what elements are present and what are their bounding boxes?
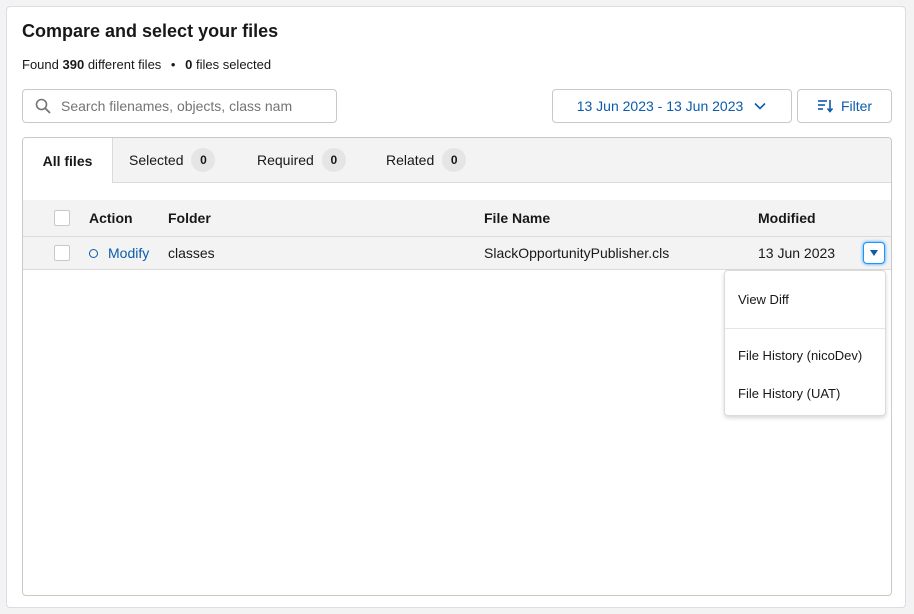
filter-button[interactable]: Filter	[797, 89, 892, 123]
date-range-label: 13 Jun 2023 - 13 Jun 2023	[576, 98, 744, 114]
search-input[interactable]	[59, 97, 323, 115]
status-circle-icon	[89, 248, 98, 258]
files-summary: Found 390 different files • 0 files sele…	[22, 57, 271, 72]
tab-label: Selected	[129, 152, 184, 168]
tab-label: Related	[386, 152, 435, 168]
action-link[interactable]: Modify	[108, 245, 149, 261]
menu-item-view-diff[interactable]: View Diff	[738, 292, 789, 307]
summary-separator: •	[170, 57, 176, 72]
found-prefix: Found	[22, 57, 59, 72]
row-actions-button[interactable]	[863, 242, 885, 264]
select-all-checkbox[interactable]	[54, 210, 70, 226]
tab-count-badge: 0	[321, 148, 346, 172]
menu-divider	[725, 328, 885, 329]
table-header: Action Folder File Name Modified	[23, 200, 891, 237]
file-name-cell: SlackOpportunityPublisher.cls	[484, 245, 670, 261]
caret-down-icon	[870, 250, 878, 256]
column-header-modified[interactable]: Modified	[758, 200, 816, 236]
tab-label: Required	[257, 152, 314, 168]
folder-cell: classes	[168, 245, 215, 261]
date-range-button[interactable]: 13 Jun 2023 - 13 Jun 2023	[552, 89, 792, 123]
selected-count: 0	[185, 57, 193, 72]
tab-related[interactable]: Related 0	[386, 138, 467, 182]
row-select-cell	[54, 237, 70, 269]
column-header-file-name[interactable]: File Name	[484, 200, 550, 236]
search-box[interactable]	[22, 89, 337, 123]
row-menu-cell	[863, 237, 885, 269]
filter-label: Filter	[840, 98, 873, 114]
found-count: 390	[62, 57, 85, 72]
row-actions-menu: View Diff File History (nicoDev) File Hi…	[724, 270, 886, 416]
select-all-cell	[54, 200, 70, 236]
filter-list-icon	[817, 100, 833, 113]
found-suffix: different files	[87, 57, 162, 72]
tab-all-files[interactable]: All files	[23, 138, 113, 183]
page-title: Compare and select your files	[22, 21, 279, 41]
column-header-folder[interactable]: Folder	[168, 200, 211, 236]
column-header-action[interactable]: Action	[89, 200, 133, 236]
search-icon	[35, 98, 51, 114]
tab-selected[interactable]: Selected 0	[129, 138, 216, 182]
tab-count-badge: 0	[442, 148, 467, 172]
tab-count-badge: 0	[191, 148, 216, 172]
tab-label: All files	[42, 152, 93, 169]
tab-required[interactable]: Required 0	[257, 138, 346, 182]
menu-item-file-history-uat[interactable]: File History (UAT)	[738, 386, 840, 401]
action-cell: Modify	[89, 237, 149, 269]
modified-cell: 13 Jun 2023	[758, 245, 836, 261]
compare-files-card: Compare and select your files Found 390 …	[6, 6, 906, 608]
tab-bar: All files Selected 0 Required 0 Related …	[23, 138, 891, 183]
menu-item-file-history-nicodev[interactable]: File History (nicoDev)	[738, 348, 862, 363]
row-checkbox[interactable]	[54, 245, 70, 261]
selected-suffix: files selected	[195, 57, 272, 72]
table-row[interactable]: Modify classes SlackOpportunityPublisher…	[23, 237, 891, 270]
chevron-down-icon	[754, 102, 766, 110]
